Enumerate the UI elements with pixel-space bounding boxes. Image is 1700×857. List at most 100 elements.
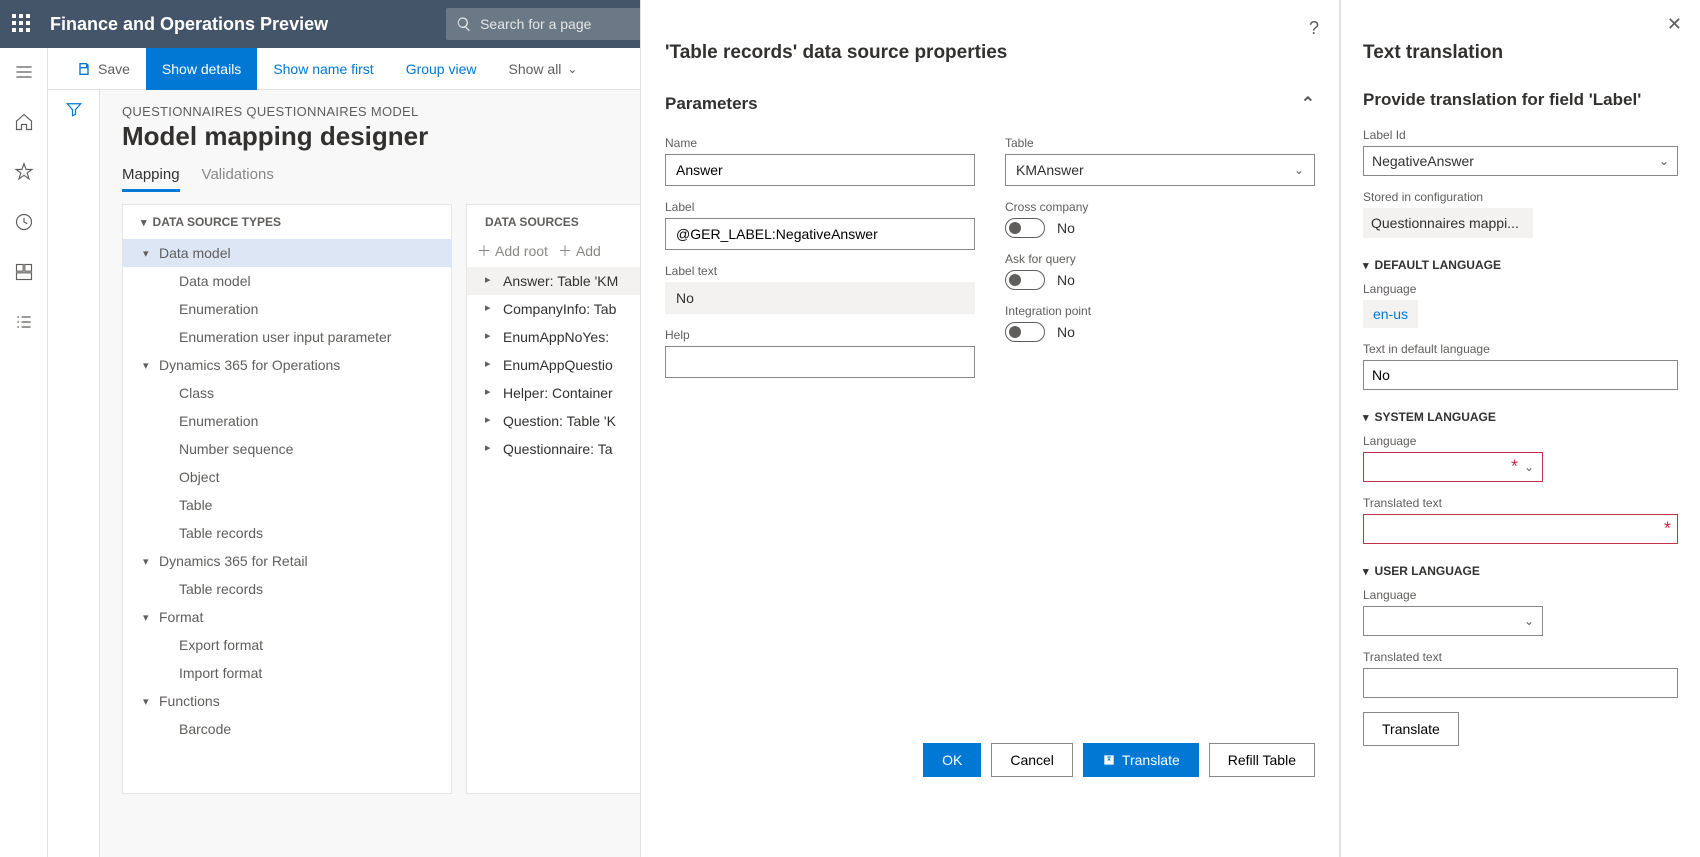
tree-item[interactable]: Export format: [123, 631, 451, 659]
tree-item[interactable]: Class: [123, 379, 451, 407]
dialog-footer: OK Cancel Translate Refill Table: [665, 743, 1315, 837]
group-view-button[interactable]: Group view: [390, 48, 493, 90]
data-source-item[interactable]: ▸EnumAppQuestio: [467, 351, 645, 379]
recent-button[interactable]: [8, 206, 40, 238]
filter-icon[interactable]: [65, 100, 83, 118]
label-text-value: No: [665, 282, 975, 314]
show-name-first-button[interactable]: Show name first: [257, 48, 389, 90]
label-id-select[interactable]: NegativeAnswer⌄: [1363, 146, 1678, 176]
tree-item[interactable]: Table: [123, 491, 451, 519]
tree-item[interactable]: Enumeration: [123, 295, 451, 323]
tree-item[interactable]: Data model: [123, 267, 451, 295]
ok-button[interactable]: OK: [923, 743, 981, 777]
help-field: Help: [665, 328, 975, 378]
tree-item[interactable]: ▾Data model: [123, 239, 451, 267]
waffle-icon[interactable]: [12, 14, 32, 34]
translation-title: Text translation: [1363, 42, 1678, 64]
show-details-button[interactable]: Show details: [146, 48, 257, 90]
add-root-button[interactable]: ＋ Add root: [477, 241, 548, 261]
system-translated-input[interactable]: *: [1363, 514, 1678, 544]
help-input[interactable]: [665, 346, 975, 378]
label-input[interactable]: [665, 218, 975, 250]
default-lang-header[interactable]: ▾DEFAULT LANGUAGE: [1363, 258, 1678, 272]
search-placeholder: Search for a page: [480, 16, 591, 32]
save-label: Save: [98, 61, 130, 77]
cross-company-toggle[interactable]: [1005, 218, 1045, 238]
data-source-item[interactable]: ▸Question: Table 'K: [467, 407, 645, 435]
list-icon: [14, 312, 34, 332]
dst-tree[interactable]: ▾Data modelData modelEnumerationEnumerat…: [123, 237, 451, 793]
translation-pane: ✕ Text translation Provide translation f…: [1340, 0, 1700, 857]
chevron-down-icon: ⌄: [1294, 163, 1304, 177]
help-icon[interactable]: ?: [1309, 18, 1319, 39]
integration-toggle[interactable]: [1005, 322, 1045, 342]
default-language-value: en-us: [1363, 300, 1418, 328]
data-source-item[interactable]: ▸CompanyInfo: Tab: [467, 295, 645, 323]
user-translated-input[interactable]: [1363, 668, 1678, 698]
ask-query-toggle[interactable]: [1005, 270, 1045, 290]
system-language-field: Language *⌄: [1363, 434, 1678, 482]
text-default-input[interactable]: [1363, 360, 1678, 390]
tree-item[interactable]: Number sequence: [123, 435, 451, 463]
tree-item[interactable]: ▾Format: [123, 603, 451, 631]
menu-button[interactable]: [8, 56, 40, 88]
chevron-down-icon: ⌄: [567, 62, 577, 76]
show-all-button[interactable]: Show all⌄: [493, 48, 594, 90]
chevron-down-icon: ⌄: [1524, 460, 1534, 474]
nav-rail: [0, 48, 48, 857]
search-input[interactable]: Search for a page: [446, 8, 646, 40]
translate-button[interactable]: Translate: [1083, 743, 1199, 777]
cancel-button[interactable]: Cancel: [991, 743, 1073, 777]
properties-dialog: ? 'Table records' data source properties…: [640, 0, 1340, 857]
tree-item[interactable]: Import format: [123, 659, 451, 687]
translate-action-button[interactable]: Translate: [1363, 712, 1459, 746]
chevron-down-icon: ⌄: [1659, 154, 1669, 168]
chevron-up-icon: ⌃: [1301, 94, 1315, 114]
tree-item[interactable]: ▾Dynamics 365 for Retail: [123, 547, 451, 575]
user-language-field: Language ⌄: [1363, 588, 1678, 636]
ds-tree[interactable]: ▸Answer: Table 'KM▸CompanyInfo: Tab▸Enum…: [467, 265, 645, 793]
user-lang-header[interactable]: ▾USER LANGUAGE: [1363, 564, 1678, 578]
tree-item[interactable]: Enumeration: [123, 407, 451, 435]
data-source-item[interactable]: ▸Questionnaire: Ta: [467, 435, 645, 463]
data-source-item[interactable]: ▸Helper: Container: [467, 379, 645, 407]
tree-item[interactable]: Barcode: [123, 715, 451, 743]
filter-column: [48, 90, 100, 857]
name-field: Name: [665, 136, 975, 186]
home-icon: [14, 112, 34, 132]
parameters-section-header[interactable]: Parameters ⌃: [665, 94, 1315, 122]
add-button[interactable]: ＋ Add: [558, 241, 601, 261]
refill-table-button[interactable]: Refill Table: [1209, 743, 1315, 777]
translate-icon: [1102, 753, 1116, 767]
tab-validations[interactable]: Validations: [202, 166, 274, 192]
system-language-select[interactable]: *⌄: [1363, 452, 1543, 482]
translation-subtitle: Provide translation for field 'Label': [1363, 90, 1678, 110]
table-select[interactable]: KMAnswer⌄: [1005, 154, 1315, 186]
cross-company-field: Cross company No: [1005, 200, 1315, 238]
tab-mapping[interactable]: Mapping: [122, 166, 180, 192]
hamburger-icon: [14, 62, 34, 82]
save-button[interactable]: Save: [60, 48, 146, 90]
tree-item[interactable]: Enumeration user input parameter: [123, 323, 451, 351]
ask-for-query-field: Ask for query No: [1005, 252, 1315, 290]
label-field: Label: [665, 200, 975, 250]
system-lang-header[interactable]: ▾SYSTEM LANGUAGE: [1363, 410, 1678, 424]
modules-button[interactable]: [8, 306, 40, 338]
close-button[interactable]: ✕: [1667, 14, 1682, 35]
star-icon: [14, 162, 34, 182]
favorites-button[interactable]: [8, 156, 40, 188]
data-source-item[interactable]: ▸EnumAppNoYes:: [467, 323, 645, 351]
tree-item[interactable]: Table records: [123, 575, 451, 603]
home-button[interactable]: [8, 106, 40, 138]
data-source-types-panel: ▾DATA SOURCE TYPES ▾Data modelData model…: [122, 204, 452, 794]
tree-item[interactable]: Table records: [123, 519, 451, 547]
workspace-button[interactable]: [8, 256, 40, 288]
tree-item[interactable]: Object: [123, 463, 451, 491]
system-translated-field: Translated text *: [1363, 496, 1678, 544]
tree-item[interactable]: ▾Functions: [123, 687, 451, 715]
name-input[interactable]: [665, 154, 975, 186]
data-source-item[interactable]: ▸Answer: Table 'KM: [467, 267, 645, 295]
dst-header: ▾DATA SOURCE TYPES: [123, 205, 451, 237]
user-language-select[interactable]: ⌄: [1363, 606, 1543, 636]
tree-item[interactable]: ▾Dynamics 365 for Operations: [123, 351, 451, 379]
